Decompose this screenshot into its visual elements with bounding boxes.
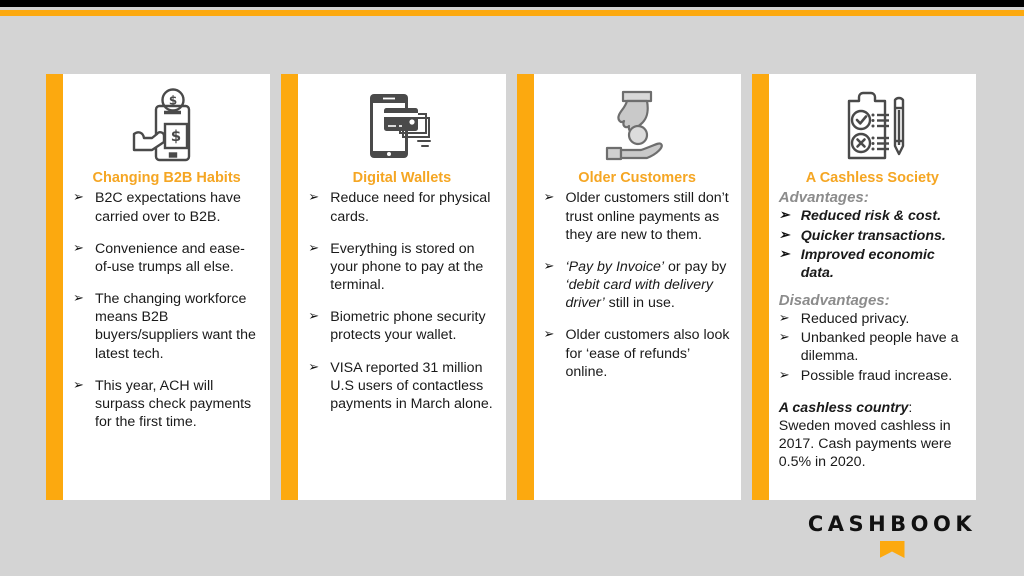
card-heading: Changing B2B Habits	[92, 170, 241, 186]
cards-row: $ $ Changing B2B Habits B2C expectations…	[46, 74, 976, 500]
list-item: Convenience and ease-of-use trumps all e…	[73, 240, 260, 276]
smartphone-payment-hand-icon: $ $	[73, 84, 260, 170]
phone-cards-wallet-icon	[308, 84, 495, 170]
card-heading: A Cashless Society	[805, 170, 939, 186]
card-digital-wallets: Digital Wallets Reduce need for physical…	[281, 74, 506, 500]
top-orange-bar	[0, 10, 1024, 16]
list-item: B2C expectations have carried over to B2…	[73, 189, 260, 225]
list-item: Unbanked people have a dilemma.	[779, 329, 966, 365]
advantages-list: Reduced risk & cost. Quicker transaction…	[779, 207, 966, 283]
note-lead: A cashless country	[778, 399, 909, 416]
list-item: ‘Pay by Invoice’ or pay by ‘debit card w…	[544, 258, 731, 313]
list-item: Older customers still don’t trust online…	[544, 189, 731, 244]
list-item: Biometric phone security protects your w…	[308, 308, 495, 344]
list-item: VISA reported 31 million U.S users of co…	[308, 359, 495, 414]
card-heading: Digital Wallets	[352, 170, 452, 186]
card-heading: Older Customers	[578, 170, 696, 186]
advantages-label: Advantages:	[778, 189, 869, 207]
list-item: Possible fraud increase.	[779, 367, 966, 385]
card-changing-b2b-habits: $ $ Changing B2B Habits B2C expectations…	[46, 74, 271, 500]
disadvantages-list: Reduced privacy. Unbanked people have a …	[779, 310, 966, 386]
list-item-text: Older customers also look for ‘ease of r…	[565, 327, 730, 380]
bookmark-icon	[879, 541, 905, 558]
list-item-text: still in use.	[604, 295, 675, 312]
list-item-text-emphasis: ‘Pay by Invoice’	[565, 258, 665, 275]
cashbook-logo: CASHBOOK	[802, 514, 982, 558]
clipboard-checklist-pencil-icon	[779, 84, 966, 170]
card-older-customers: Older Customers Older customers still do…	[516, 74, 741, 500]
top-black-bar	[0, 0, 1024, 7]
list-item-text: or pay by	[664, 258, 727, 275]
list-item: The changing workforce means B2B buyers/…	[73, 290, 260, 363]
hand-giving-coin-icon	[544, 84, 731, 170]
cashless-country-note: A cashless country: Sweden moved cashles…	[779, 399, 966, 472]
disadvantages-label: Disadvantages:	[778, 292, 890, 310]
list-item: Quicker transactions.	[779, 227, 966, 245]
list-item: Reduced privacy.	[779, 310, 966, 328]
cashbook-wordmark: CASHBOOK	[807, 512, 977, 536]
list-item: Reduced risk & cost.	[779, 207, 966, 225]
svg-text:$: $	[170, 127, 180, 145]
list-item: This year, ACH will surpass check paymen…	[73, 377, 260, 432]
list-item: Reduce need for physical cards.	[308, 189, 495, 225]
card-a-cashless-society: A Cashless Society Advantages: Reduced r…	[751, 74, 976, 500]
bullet-list: Reduce need for physical cards. Everythi…	[308, 189, 495, 427]
list-item: Older customers also look for ‘ease of r…	[544, 326, 731, 381]
list-item: Improved economic data.	[779, 246, 966, 282]
list-item-text: Older customers still don’t trust online…	[565, 190, 729, 243]
list-item: Everything is stored on your phone to pa…	[308, 240, 495, 295]
svg-text:$: $	[168, 94, 176, 108]
bullet-list: B2C expectations have carried over to B2…	[73, 189, 260, 445]
bullet-list: Older customers still don’t trust online…	[544, 189, 731, 395]
